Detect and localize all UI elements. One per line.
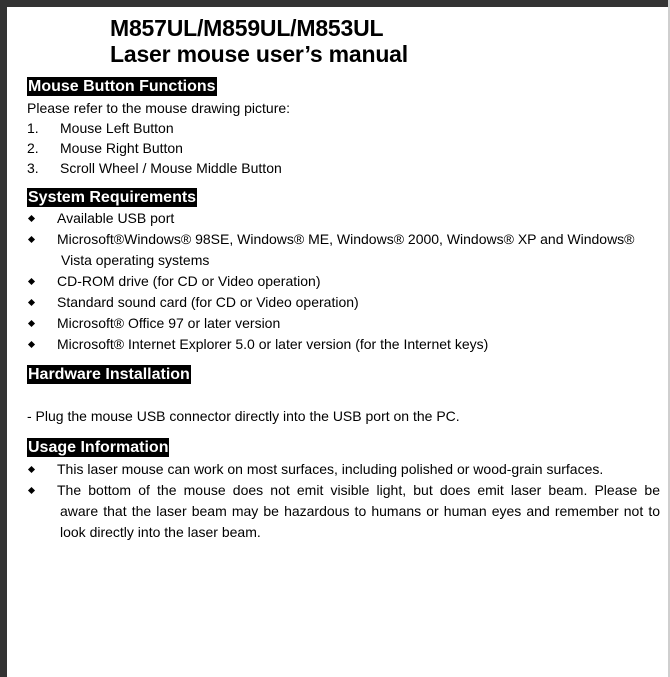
- list-text: Standard sound card (for CD or Video ope…: [57, 294, 359, 310]
- list-text: Mouse Right Button: [60, 140, 183, 156]
- list-text: Mouse Left Button: [60, 120, 174, 136]
- section-header-mouse-button-functions: Mouse Button Functions: [27, 77, 217, 96]
- list-text: look directly into the laser beam.: [60, 524, 261, 540]
- list-text: Microsoft® Office 97 or later version: [57, 315, 281, 331]
- list-number: 3.: [27, 160, 39, 176]
- hardware-installation-text: - Plug the mouse USB connector directly …: [27, 408, 460, 424]
- bullet-icon: [27, 319, 36, 328]
- document-page: M857UL/M859UL/M853UL Laser mouse user’s …: [7, 7, 668, 677]
- bullet-icon: [27, 298, 36, 307]
- bullet-icon: [27, 277, 36, 286]
- list-text: The bottom of the mouse does not emit vi…: [57, 482, 660, 498]
- mouse-buttons-intro: Please refer to the mouse drawing pictur…: [27, 100, 291, 116]
- list-text: CD-ROM drive (for CD or Video operation): [57, 273, 321, 289]
- list-text-continuation: Vista operating systems: [61, 252, 210, 268]
- bullet-icon: [27, 465, 36, 474]
- list-text: Available USB port: [57, 210, 175, 226]
- list-text: Microsoft® Internet Explorer 5.0 or late…: [57, 336, 489, 352]
- section-header-system-requirements: System Requirements: [27, 188, 198, 207]
- list-text: This laser mouse can work on most surfac…: [57, 461, 604, 477]
- title-manual-name: Laser mouse user’s manual: [110, 41, 408, 67]
- document-title: M857UL/M859UL/M853UL Laser mouse user’s …: [110, 15, 408, 67]
- list-text: Scroll Wheel / Mouse Middle Button: [60, 160, 282, 176]
- list-number: 1.: [27, 120, 39, 136]
- bullet-icon: [27, 486, 36, 495]
- title-model-numbers: M857UL/M859UL/M853UL: [110, 15, 384, 41]
- bullet-icon: [27, 340, 36, 349]
- list-number: 2.: [27, 140, 39, 156]
- bullet-icon: [27, 214, 36, 223]
- section-header-usage-information: Usage Information: [27, 438, 170, 457]
- list-text: Microsoft®Windows® 98SE, Windows® ME, Wi…: [57, 231, 635, 247]
- list-text: aware that the laser beam may be hazardo…: [60, 503, 660, 519]
- bullet-icon: [27, 235, 36, 244]
- section-header-hardware-installation: Hardware Installation: [27, 365, 191, 384]
